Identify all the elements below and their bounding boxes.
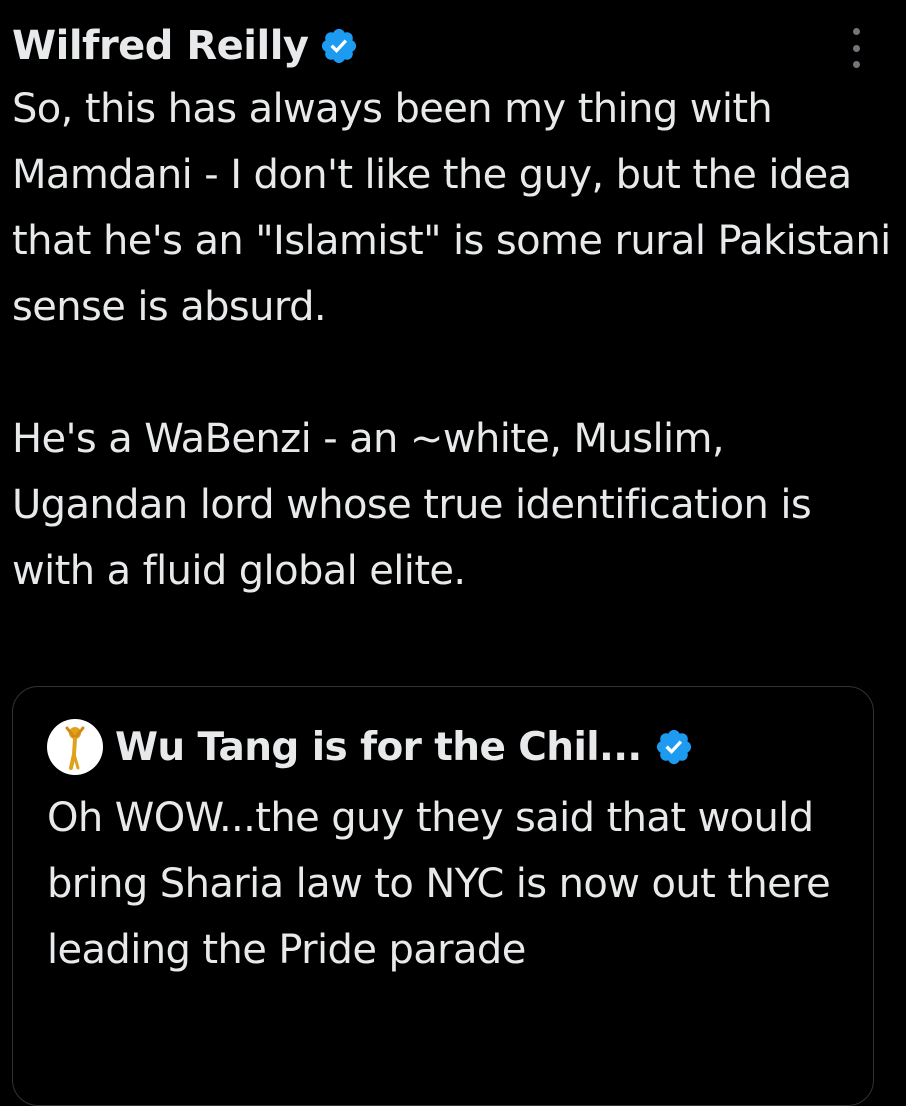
verified-badge-icon	[321, 28, 356, 64]
verified-badge-icon	[656, 729, 691, 765]
author-row: Wilfred Reilly	[12, 18, 359, 74]
quoted-author-name[interactable]: Wu Tang is for the Chil...	[115, 725, 642, 770]
more-options-icon[interactable]	[846, 28, 866, 68]
golden-figure-avatar-icon[interactable]	[47, 719, 103, 775]
tweet[interactable]: Wilfred Reilly So, this has always been …	[0, 0, 906, 1106]
quoted-tweet-card[interactable]: Wu Tang is for the Chil... Oh WOW...the …	[12, 686, 874, 1106]
author-name[interactable]: Wilfred Reilly	[12, 18, 309, 74]
quoted-tweet-text: Oh WOW...the guy they said that would br…	[47, 795, 831, 973]
tweet-text: So, this has always been my thing with M…	[12, 86, 891, 594]
quoted-tweet-header: Wu Tang is for the Chil...	[47, 719, 694, 775]
